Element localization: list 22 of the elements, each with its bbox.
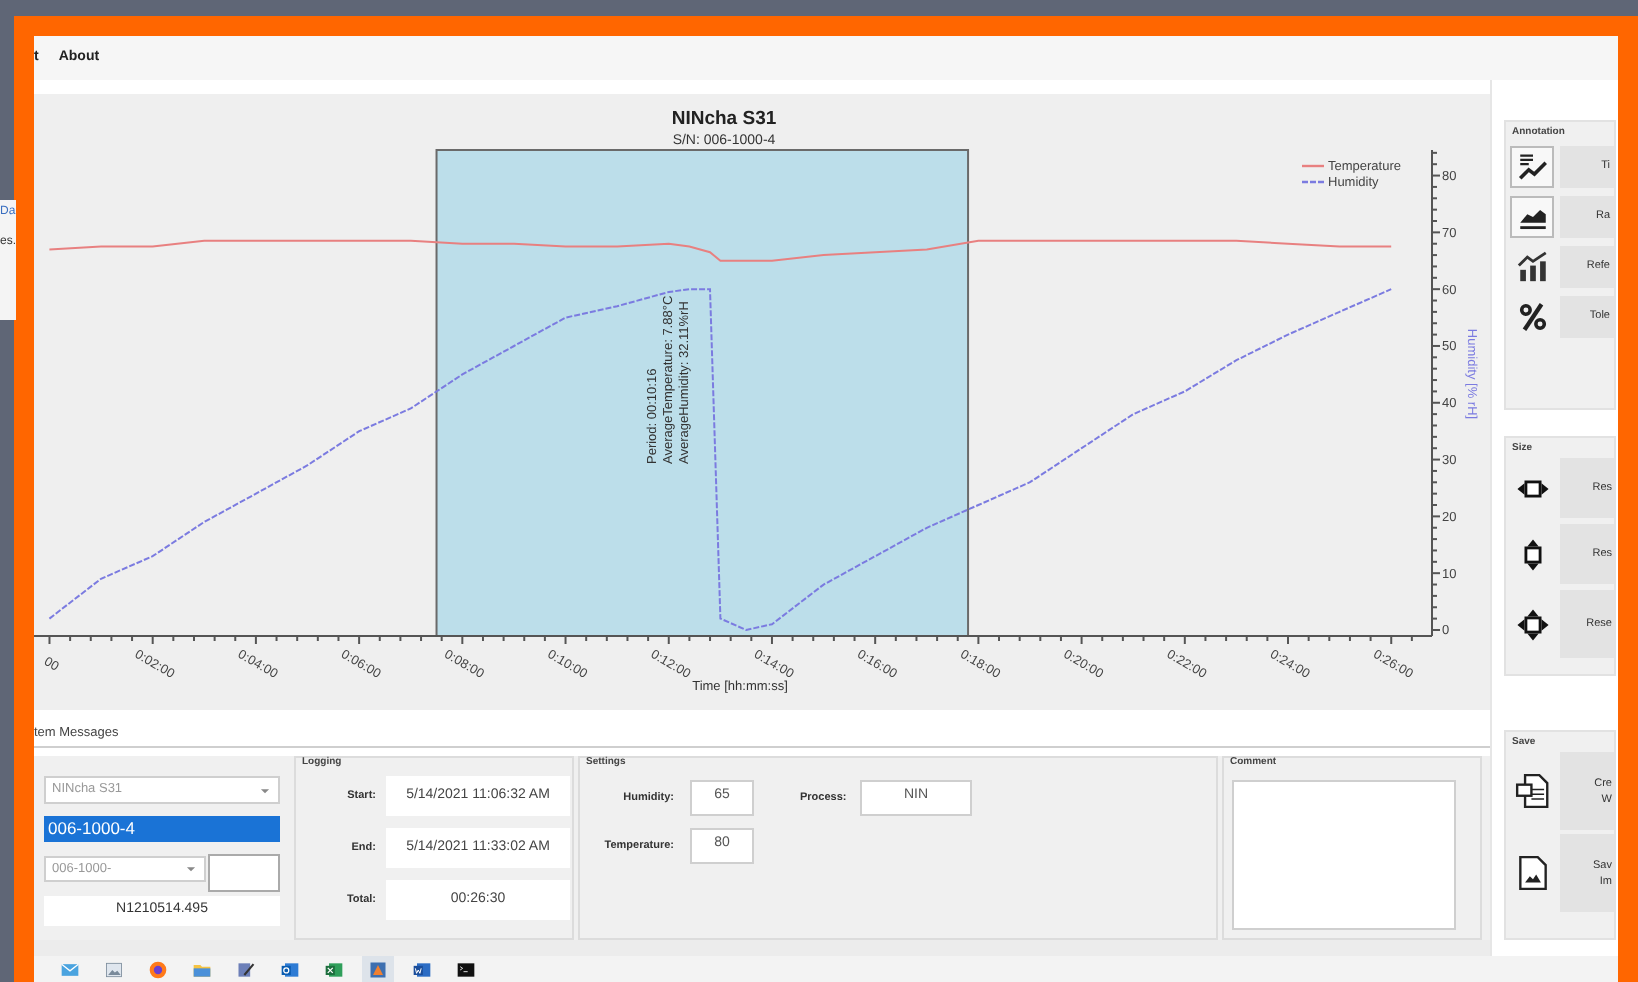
legend-line-icon [1302, 180, 1324, 184]
chart-title: NINcha S31 [671, 108, 777, 130]
picture-icon [104, 959, 124, 979]
list-item[interactable]: 006-1000-4 [44, 816, 280, 842]
app-icon [368, 959, 388, 979]
percent-icon [1515, 300, 1549, 334]
terminal-icon [456, 959, 476, 979]
bar-chart-icon [1515, 250, 1549, 284]
caret-icon [184, 862, 198, 876]
globe-icon [148, 959, 168, 979]
folder-icon [192, 959, 212, 979]
input-field[interactable] [208, 854, 280, 892]
resize-all-icon [1515, 607, 1549, 641]
legend-line-icon [1302, 164, 1324, 168]
caret-icon [258, 783, 272, 797]
comment-field[interactable] [1232, 780, 1456, 930]
toggle-button[interactable] [1510, 196, 1554, 238]
pen-icon [236, 959, 256, 979]
image-file-icon [1513, 854, 1551, 892]
document-icon [1513, 772, 1551, 810]
line-chart-icon [1515, 150, 1549, 184]
toggle-button[interactable] [1510, 146, 1554, 188]
